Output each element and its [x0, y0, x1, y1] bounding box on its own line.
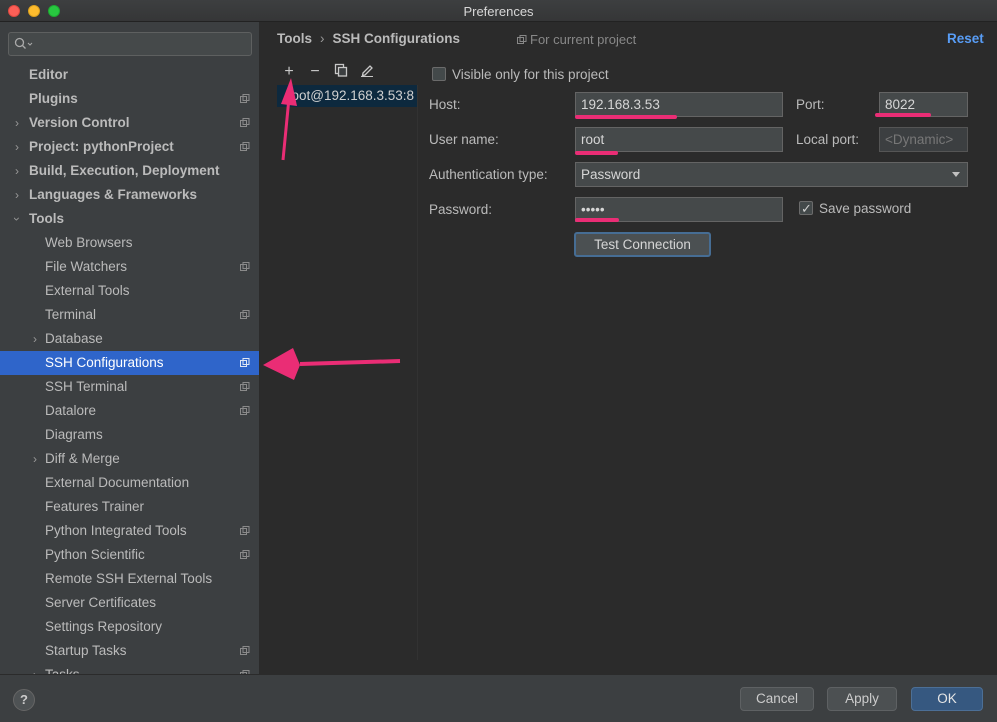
dialog-footer: ? Cancel Apply OK — [0, 674, 997, 722]
ok-button[interactable]: OK — [911, 687, 983, 711]
apply-button[interactable]: Apply — [827, 687, 897, 711]
annotation-arrow-left — [263, 348, 401, 380]
cancel-button[interactable]: Cancel — [740, 687, 814, 711]
annotation-arrows — [263, 78, 401, 380]
help-button[interactable]: ? — [13, 689, 35, 711]
annotation-arrow-up — [281, 78, 297, 161]
